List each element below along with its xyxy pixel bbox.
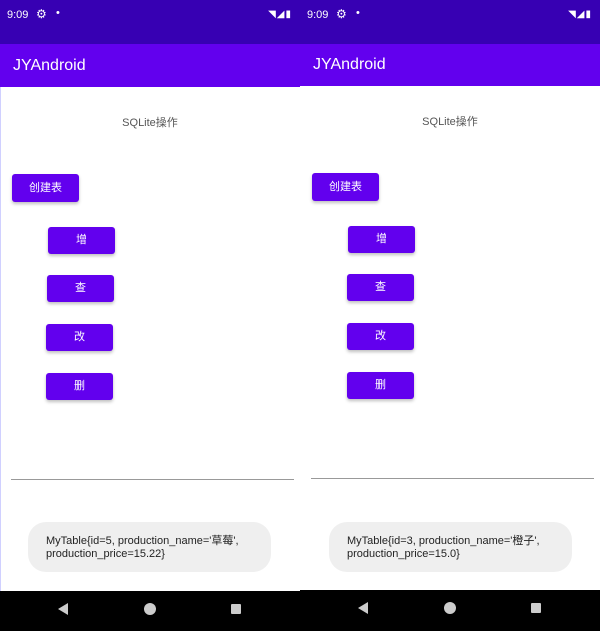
system-status-icons: ◥◢▮ [268,9,292,20]
app-bar: JYAndroid [300,44,600,86]
divider [311,478,594,479]
settings-icon: ⚙ [336,7,347,21]
status-time: 9:09 [7,9,29,21]
divider [11,479,294,480]
left-phone-screen: 9:09 ⚙ • ◥◢▮ JYAndroid SQLite操作 创建表 增 查 … [0,0,300,631]
app-bar: JYAndroid [0,44,300,87]
back-icon[interactable] [58,603,68,615]
navigation-bar [300,590,600,631]
app-title: JYAndroid [313,56,386,73]
toast-message: MyTable{id=5, production_name='草莓', prod… [28,522,271,572]
recent-apps-icon[interactable] [531,603,541,613]
status-time: 9:09 [307,9,329,21]
toast-text: MyTable{id=5, production_name='草莓', prod… [46,535,239,560]
add-button[interactable]: 增 [348,226,415,253]
home-icon[interactable] [144,603,156,615]
toast-message: MyTable{id=3, production_name='橙子', prod… [329,522,572,572]
recent-apps-icon[interactable] [231,604,241,614]
toast-text: MyTable{id=3, production_name='橙子', prod… [347,535,540,560]
app-title: JYAndroid [13,57,86,74]
status-bar: 9:09 ⚙ • ◥◢▮ [300,0,600,44]
query-button[interactable]: 查 [47,275,114,302]
screen-edge [0,87,1,591]
page-heading: SQLite操作 [422,116,478,128]
status-bar: 9:09 ⚙ • ◥◢▮ [0,0,300,44]
update-button[interactable]: 改 [46,324,113,351]
query-button[interactable]: 查 [347,274,414,301]
notification-dot-icon: • [56,7,60,19]
add-button[interactable]: 增 [48,227,115,254]
navigation-bar [0,591,300,631]
page-heading: SQLite操作 [122,117,178,129]
delete-button[interactable]: 删 [347,372,414,399]
notification-dot-icon: • [356,7,360,19]
create-table-button[interactable]: 创建表 [12,174,79,202]
delete-button[interactable]: 删 [46,373,113,400]
right-phone-screen: 9:09 ⚙ • ◥◢▮ JYAndroid SQLite操作 创建表 增 查 … [300,0,600,631]
settings-icon: ⚙ [36,7,47,21]
create-table-button[interactable]: 创建表 [312,173,379,201]
update-button[interactable]: 改 [347,323,414,350]
back-icon[interactable] [358,602,368,614]
home-icon[interactable] [444,602,456,614]
system-status-icons: ◥◢▮ [568,9,592,20]
